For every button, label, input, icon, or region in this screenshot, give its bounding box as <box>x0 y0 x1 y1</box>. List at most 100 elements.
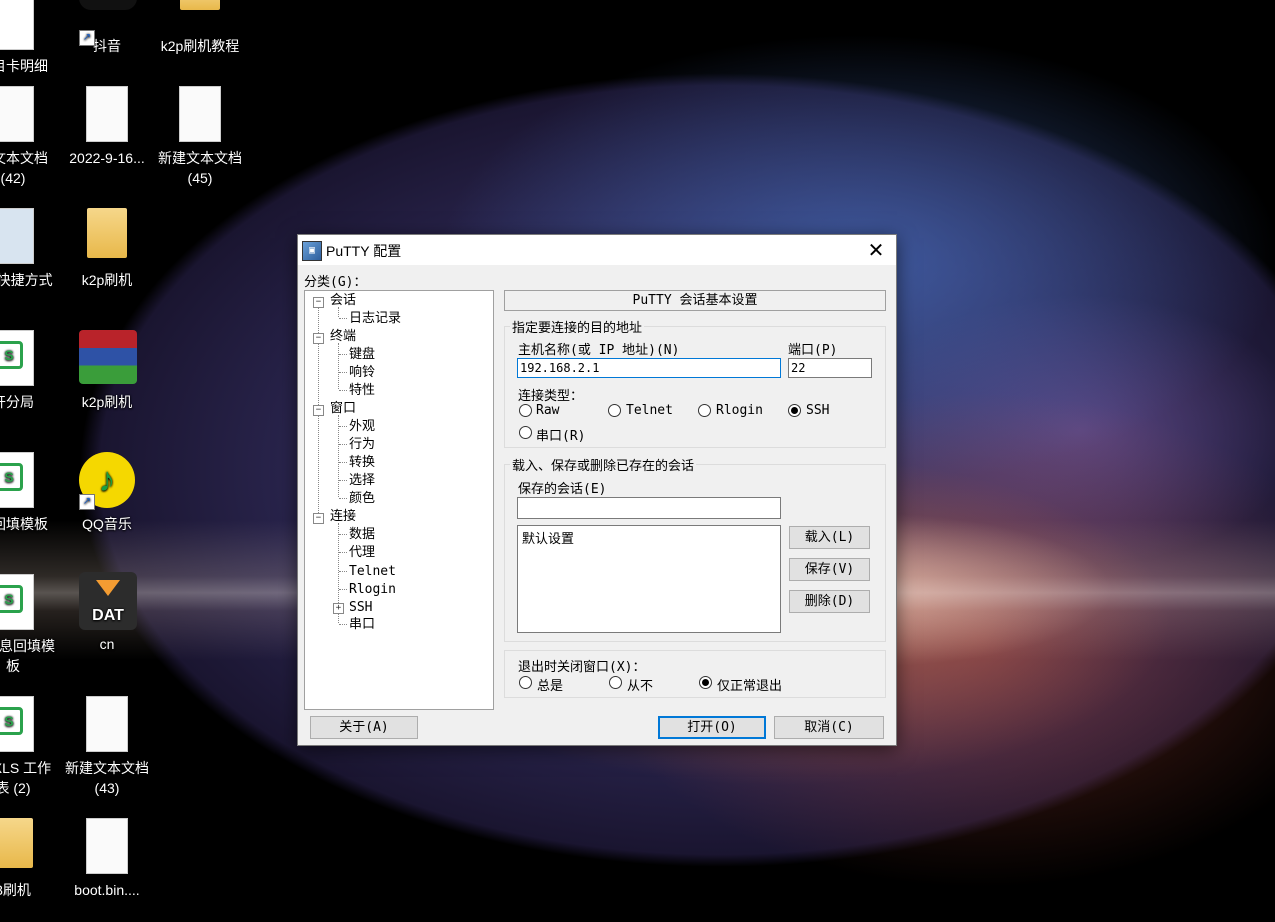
desktop-icon-label: k2p刷机 <box>81 272 133 288</box>
video-folder-icon <box>0 818 33 868</box>
radio-always[interactable] <box>519 676 532 689</box>
desktop-icon-project-card[interactable]: 项目卡明细 <box>0 0 58 76</box>
desktop-icon-label: boot.bin.... <box>74 882 140 898</box>
radio-only-clean-exit-label[interactable]: 仅正常退出 <box>717 675 782 694</box>
desktop-icon-text-45[interactable]: 新建文本文档 (45) <box>155 86 245 188</box>
desktop-icon-boot-bin[interactable]: boot.bin.... <box>62 818 152 900</box>
radio-telnet[interactable] <box>608 404 621 417</box>
about-button[interactable]: 关于(A) <box>310 716 418 739</box>
text-file-icon <box>179 86 221 142</box>
desktop-icon-label: 新建文本文档 (43) <box>65 760 149 796</box>
connection-type-label: 连接类型： <box>518 389 584 404</box>
tree-item-proxy[interactable]: 代理 <box>349 544 375 562</box>
radio-rlogin-label[interactable]: Rlogin <box>716 403 763 418</box>
radio-telnet-label[interactable]: Telnet <box>626 403 673 418</box>
open-button[interactable]: 打开(O) <box>658 716 766 739</box>
desktop-icon-label: k2p刷机 <box>81 394 133 410</box>
tree-item-session[interactable]: 会话 <box>330 292 356 310</box>
tree-line <box>339 552 347 553</box>
cancel-button[interactable]: 取消(C) <box>774 716 884 739</box>
tree-expander-connection[interactable]: − <box>313 513 324 524</box>
desktop-icon-fill-template[interactable]: S 单回填模板 <box>0 452 58 534</box>
sessions-list[interactable]: 默认设置 <box>517 525 781 633</box>
tree-expander-ssh[interactable]: + <box>333 603 344 614</box>
desktop-icon-qq-music[interactable]: ♪ ↗ QQ音乐 <box>62 452 152 534</box>
desktop-icon-putty-shortcut[interactable]: ty - 快捷方式 <box>0 208 58 290</box>
desktop-icon-k2p-folder[interactable]: k2p刷机 <box>62 208 152 290</box>
putty-icon: ▣ <box>302 241 322 261</box>
close-button[interactable]: ✕ <box>856 235 896 265</box>
desktop-icon-label: cn <box>99 636 115 652</box>
host-label: 主机名称(或 IP 地址)(N) <box>518 343 680 358</box>
tree-line <box>339 318 347 319</box>
tree-line <box>338 343 339 389</box>
destination-group-title: 指定要连接的目的地址 <box>510 317 645 336</box>
saved-session-input[interactable] <box>517 497 781 519</box>
desktop-icon-k2p-tutorial[interactable]: k2p刷机教程 <box>155 0 245 56</box>
category-label: 分类(G)： <box>304 275 367 290</box>
tree-item-window[interactable]: 窗口 <box>330 400 356 418</box>
tree-item-features[interactable]: 特性 <box>349 382 375 400</box>
tree-expander-terminal[interactable]: − <box>313 333 324 344</box>
saved-sessions-label: 保存的会话(E) <box>518 482 607 497</box>
desktop-icon-xls-2[interactable]: S 建 XLS 工作表 (2) <box>0 696 58 798</box>
tree-line <box>339 462 347 463</box>
tree-item-terminal[interactable]: 终端 <box>330 328 356 346</box>
tree-item-colours[interactable]: 颜色 <box>349 490 375 508</box>
desktop-icon-label: 开分局 <box>0 394 34 410</box>
delete-button[interactable]: 删除(D) <box>789 590 870 613</box>
tree-expander-window[interactable]: − <box>313 405 324 416</box>
radio-never[interactable] <box>609 676 622 689</box>
tree-item-serial[interactable]: 串口 <box>349 616 375 634</box>
radio-ssh[interactable] <box>788 404 801 417</box>
radio-only-clean-exit[interactable] <box>699 676 712 689</box>
radio-never-label[interactable]: 从不 <box>627 675 653 694</box>
close-on-exit-label: 退出时关闭窗口(X)： <box>518 660 646 675</box>
tree-item-keyboard[interactable]: 键盘 <box>349 346 375 364</box>
desktop-icon-kai-fenju[interactable]: S 开分局 <box>0 330 58 412</box>
tree-line <box>339 444 347 445</box>
radio-serial[interactable] <box>519 426 532 439</box>
tree-item-translation[interactable]: 转换 <box>349 454 375 472</box>
tree-item-data[interactable]: 数据 <box>349 526 375 544</box>
tree-line <box>339 480 347 481</box>
radio-serial-label[interactable]: 串口(R) <box>536 425 585 444</box>
radio-ssh-label[interactable]: SSH <box>806 403 829 418</box>
save-button[interactable]: 保存(V) <box>789 558 870 581</box>
tree-item-ssh[interactable]: SSH <box>349 599 372 617</box>
tree-expander-session[interactable]: − <box>313 297 324 308</box>
douyin-icon <box>79 0 137 10</box>
tree-item-behaviour[interactable]: 行为 <box>349 436 375 454</box>
desktop-icon-3-flash[interactable]: 3刷机 <box>0 818 58 900</box>
desktop-icon-k2p-rar[interactable]: k2p刷机 <box>62 330 152 412</box>
radio-raw-label[interactable]: Raw <box>536 403 559 418</box>
desktop-icon-label: 单回填模板 <box>0 516 48 532</box>
category-tree[interactable]: − 会话 日志记录 − 终端 键盘 响铃 特性 − 窗口 外观 行为 转换 选择… <box>304 290 494 710</box>
desktop-icon-info-template[interactable]: S 类信息回填模板 <box>0 574 58 676</box>
desktop-icon-2022-file[interactable]: 2022-9-16... <box>62 86 152 168</box>
desktop-icon-douyin[interactable]: ↗ 抖音 <box>62 0 152 56</box>
tree-item-bell[interactable]: 响铃 <box>349 364 375 382</box>
port-input[interactable]: 22 <box>788 358 872 378</box>
tree-item-connection[interactable]: 连接 <box>330 508 356 526</box>
tree-item-rlogin[interactable]: Rlogin <box>349 581 396 599</box>
desktop-icon-cn[interactable]: DAT cn <box>62 572 152 654</box>
load-button[interactable]: 载入(L) <box>789 526 870 549</box>
desktop-icon-text-42[interactable]: 建文本文档 (42) <box>0 86 58 188</box>
host-input[interactable]: 192.168.2.1 <box>517 358 781 378</box>
tree-line <box>339 534 347 535</box>
radio-raw[interactable] <box>519 404 532 417</box>
radio-always-label[interactable]: 总是 <box>537 675 563 694</box>
folder-icon <box>180 0 220 10</box>
desktop-icon-text-43[interactable]: 新建文本文档 (43) <box>62 696 152 798</box>
desktop-icon-label: ty - 快捷方式 <box>0 272 53 288</box>
folder-icon <box>87 208 127 258</box>
tree-item-logging[interactable]: 日志记录 <box>349 310 401 328</box>
tree-item-telnet[interactable]: Telnet <box>349 563 396 581</box>
session-list-item[interactable]: 默认设置 <box>522 528 574 547</box>
tree-item-appearance[interactable]: 外观 <box>349 418 375 436</box>
dialog-title: PuTTY 配置 <box>326 243 402 259</box>
radio-rlogin[interactable] <box>698 404 711 417</box>
tree-item-selection[interactable]: 选择 <box>349 472 375 490</box>
title-bar[interactable]: ▣ PuTTY 配置 ✕ <box>298 235 896 265</box>
